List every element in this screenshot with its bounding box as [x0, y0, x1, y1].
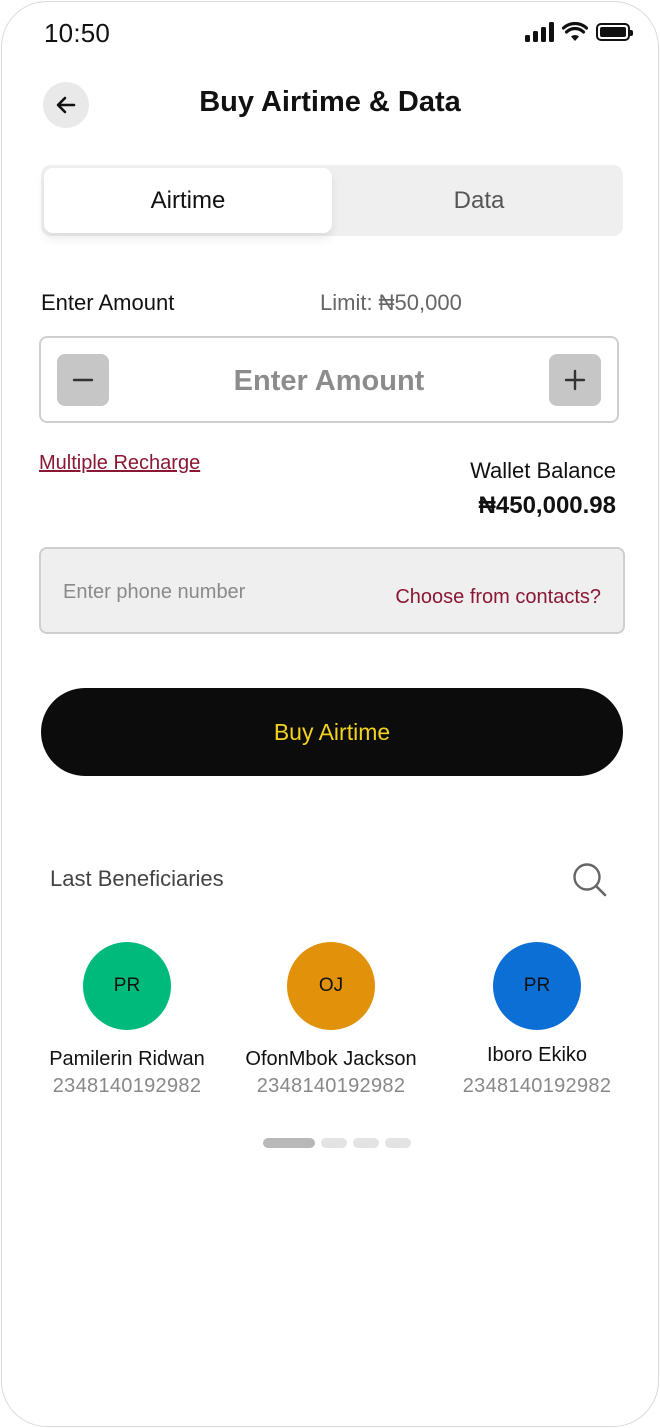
pagination-dot[interactable] — [321, 1138, 347, 1148]
tab-airtime[interactable]: Airtime — [44, 168, 332, 233]
phone-field: Choose from contacts? — [39, 547, 625, 634]
buy-airtime-button[interactable]: Buy Airtime — [41, 688, 623, 776]
avatar: PR — [493, 942, 581, 1030]
phone-frame: 10:50 Buy Airtime & Data Airtime Data En… — [1, 1, 659, 1427]
minus-icon — [72, 378, 94, 382]
beneficiary-item[interactable]: OJ OfonMbok Jackson 2348140192982 — [231, 942, 431, 1098]
search-icon — [573, 863, 607, 897]
amount-field — [39, 336, 619, 423]
search-button[interactable] — [570, 860, 610, 900]
page-title: Buy Airtime & Data — [199, 86, 461, 118]
pagination-dots — [263, 1138, 411, 1148]
pagination-dot[interactable] — [263, 1138, 315, 1148]
beneficiary-item[interactable]: PR Iboro Ekiko 2348140192982 — [437, 942, 637, 1098]
beneficiary-phone: 2348140192982 — [462, 1075, 612, 1097]
signal-icon — [525, 22, 554, 42]
status-time: 10:50 — [44, 18, 111, 48]
wifi-icon — [562, 22, 588, 41]
choose-contacts-link[interactable]: Choose from contacts? — [395, 586, 601, 609]
wallet-balance-value: ₦450,000.98 — [478, 492, 616, 519]
phone-number-input[interactable] — [61, 573, 365, 611]
multiple-recharge-link[interactable]: Multiple Recharge — [39, 452, 200, 475]
beneficiary-name: Iboro Ekiko — [486, 1044, 588, 1066]
beneficiary-phone: 2348140192982 — [52, 1075, 202, 1097]
avatar: PR — [83, 942, 171, 1030]
avatar: OJ — [287, 942, 375, 1030]
beneficiary-name: OfonMbok Jackson — [245, 1048, 417, 1070]
pagination-dot[interactable] — [353, 1138, 379, 1148]
decrease-amount-button[interactable] — [57, 354, 109, 406]
beneficiaries-title: Last Beneficiaries — [50, 866, 224, 891]
plus-icon — [564, 369, 586, 391]
limit-label: Limit: ₦50,000 — [320, 290, 462, 315]
status-icons — [525, 22, 633, 42]
beneficiary-item[interactable]: PR Pamilerin Ridwan 2348140192982 — [27, 942, 227, 1098]
wallet-balance-label: Wallet Balance — [470, 458, 616, 483]
beneficiary-phone: 2348140192982 — [256, 1075, 406, 1097]
amount-label: Enter Amount — [41, 290, 175, 315]
battery-icon — [596, 23, 633, 41]
increase-amount-button[interactable] — [549, 354, 601, 406]
tab-data[interactable]: Data — [335, 165, 623, 236]
amount-input[interactable] — [121, 356, 537, 406]
tab-bar: Airtime Data — [41, 165, 623, 236]
beneficiary-name: Pamilerin Ridwan — [49, 1048, 205, 1070]
pagination-dot[interactable] — [385, 1138, 411, 1148]
